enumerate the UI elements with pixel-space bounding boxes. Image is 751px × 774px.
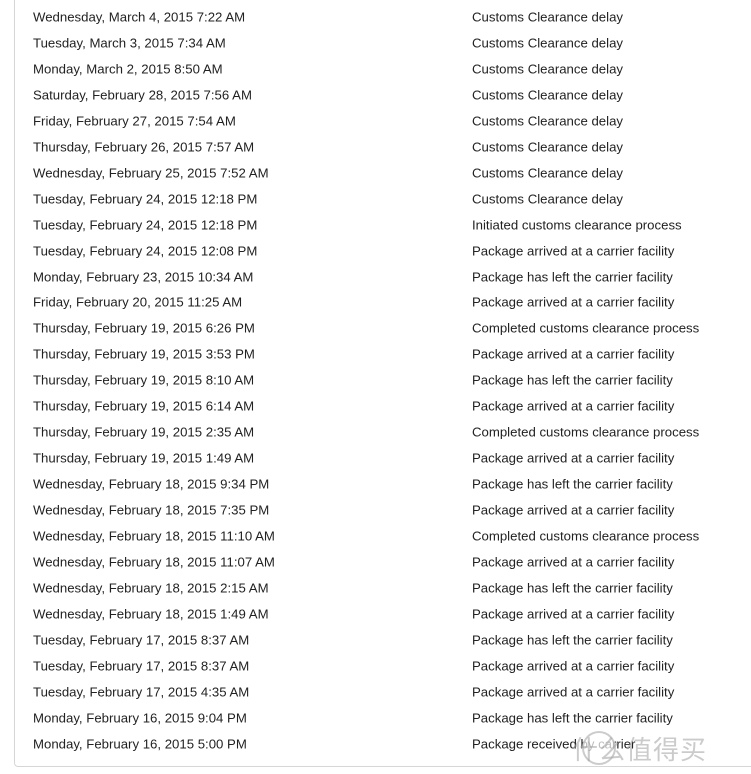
tracking-event-row: Wednesday, February 18, 2015 1:49 AM Pack…	[0, 601, 751, 627]
event-date: Tuesday, February 24, 2015 12:18 PM	[33, 217, 258, 233]
tracking-event-row: Wednesday, February 18, 2015 11:07 AM Pac…	[0, 549, 751, 575]
event-activity: Package arrived at a carrier facility	[472, 294, 675, 310]
event-activity: Package has left the carrier facility	[472, 269, 673, 284]
event-date: Friday, February 27, 2015 7:54 AM	[33, 113, 236, 129]
tracking-event-row: Wednesday, February 18, 2015 2:15 AM Pack…	[0, 575, 751, 601]
event-date: Thursday, February 19, 2015 1:49 AM	[33, 450, 255, 466]
event-date: Wednesday, February 18, 2015 9:34 PM	[33, 476, 270, 492]
tracking-event-row: Thursday, February 19, 2015 1:49 AM Packa…	[0, 445, 751, 471]
tracking-event-row: Monday, February 16, 2015 9:04 PM Package…	[0, 705, 751, 731]
event-date: Wednesday, February 18, 2015 11:10 AM	[33, 528, 275, 544]
event-date: Wednesday, March 4, 2015 7:22 AM	[33, 9, 246, 25]
event-date: Wednesday, February 18, 2015 1:49 AM	[33, 606, 269, 622]
tracking-event-row: Wednesday, March 4, 2015 7:22 AM Customs …	[0, 4, 751, 30]
event-activity: Customs Clearance delay	[472, 61, 623, 77]
tracking-event-row: Wednesday, February 18, 2015 7:35 PM Pack…	[0, 497, 751, 523]
event-date: Tuesday, February 17, 2015 8:37 AM	[33, 658, 250, 674]
event-activity: Customs Clearance delay	[472, 165, 623, 181]
event-activity: Customs Clearance delay	[472, 139, 623, 155]
event-date: Thursday, February 19, 2015 3:53 PM	[33, 346, 255, 362]
event-activity: Completed customs clearance process	[472, 528, 700, 544]
event-activity: Package has left the carrier facility	[472, 372, 673, 388]
event-activity: Package has left the carrier facility	[472, 580, 673, 596]
tracking-event-row: Tuesday, February 24, 2015 12:18 PM Custo…	[0, 186, 751, 212]
tracking-event-row: Tuesday, February 17, 2015 8:37 AM Packag…	[0, 627, 751, 653]
tracking-event-row: Wednesday, February 18, 2015 9:34 PM Pack…	[0, 471, 751, 497]
event-activity: Customs Clearance delay	[472, 87, 623, 103]
tracking-event-row: Monday, March 2, 2015 8:50 AM Customs Cle…	[0, 56, 751, 82]
tracking-event-row: Thursday, February 19, 2015 6:26 PM Compl…	[0, 315, 751, 341]
event-date: Thursday, February 19, 2015 2:35 AM	[33, 424, 255, 440]
event-activity: Package arrived at a carrier facility	[472, 398, 675, 414]
tracking-event-row: Tuesday, March 3, 2015 7:34 AM Customs Cl…	[0, 30, 751, 56]
tracking-event-row: Tuesday, February 17, 2015 8:37 AM Packag…	[0, 653, 751, 679]
event-activity: Package has left the carrier facility	[472, 476, 673, 492]
event-activity: Package arrived at a carrier facility	[472, 346, 675, 362]
event-date: Monday, March 2, 2015 8:50 AM	[33, 61, 223, 77]
event-date: Wednesday, February 18, 2015 2:15 AM	[33, 580, 269, 596]
event-date: Tuesday, February 17, 2015 8:37 AM	[33, 632, 250, 648]
event-activity: Package arrived at a carrier facility	[472, 684, 675, 700]
event-activity: Package arrived at a carrier facility	[472, 606, 675, 622]
event-date: Tuesday, March 3, 2015 7:34 AM	[33, 35, 226, 51]
event-activity: Completed customs clearance process	[472, 424, 700, 440]
event-date: Wednesday, February 18, 2015 7:35 PM	[33, 502, 270, 518]
event-date: Thursday, February 19, 2015 6:14 AM	[33, 398, 255, 414]
tracking-event-row: Tuesday, February 24, 2015 12:18 PM Initi…	[0, 212, 751, 238]
tracking-event-row: Friday, February 27, 2015 7:54 AM Customs…	[0, 108, 751, 134]
event-activity: Customs Clearance delay	[472, 191, 623, 207]
tracking-events-list: Wednesday, March 4, 2015 7:22 AM Customs …	[0, 4, 751, 757]
event-activity: Package has left the carrier facility	[472, 710, 673, 726]
event-date: Tuesday, February 24, 2015 12:08 PM	[33, 243, 258, 259]
event-date: Thursday, February 19, 2015 6:26 PM	[33, 320, 255, 336]
event-date: Monday, February 16, 2015 9:04 PM	[33, 710, 247, 726]
event-date: Thursday, February 19, 2015 8:10 AM	[33, 372, 255, 388]
event-date: Wednesday, February 18, 2015 11:07 AM	[33, 554, 275, 570]
event-activity: Package arrived at a carrier facility	[472, 554, 675, 570]
event-activity: Completed customs clearance process	[472, 320, 700, 336]
tracking-event-row: Saturday, February 28, 2015 7:56 AM Custo…	[0, 82, 751, 108]
event-activity: Initiated customs clearance process	[472, 217, 682, 233]
event-activity: Customs Clearance delay	[472, 9, 623, 25]
tracking-event-row: Tuesday, February 24, 2015 12:08 PM Packa…	[0, 238, 751, 264]
event-activity: Package arrived at a carrier facility	[472, 243, 675, 259]
tracking-event-row: Thursday, February 19, 2015 2:35 AM Compl…	[0, 419, 751, 445]
tracking-event-row: Thursday, February 26, 2015 7:57 AM Custo…	[0, 134, 751, 160]
tracking-event-row: Monday, February 23, 2015 10:34 AM Packag…	[0, 264, 751, 290]
event-date: Tuesday, February 17, 2015 4:35 AM	[33, 684, 250, 700]
event-date: Monday, February 16, 2015 5:00 PM	[33, 736, 247, 752]
event-activity: Customs Clearance delay	[472, 113, 623, 129]
tracking-event-row: Tuesday, February 17, 2015 4:35 AM Packag…	[0, 679, 751, 705]
event-date: Tuesday, February 24, 2015 12:18 PM	[33, 191, 258, 207]
tracking-event-row: Thursday, February 19, 2015 3:53 PM Packa…	[0, 341, 751, 367]
tracking-event-row: Wednesday, February 25, 2015 7:52 AM Cust…	[0, 160, 751, 186]
tracking-event-row: Friday, February 20, 2015 11:25 AM Packag…	[0, 289, 751, 315]
tracking-event-row: Thursday, February 19, 2015 8:10 AM Packa…	[0, 367, 751, 393]
event-activity: Package arrived at a carrier facility	[472, 658, 675, 674]
event-date: Monday, February 23, 2015 10:34 AM	[33, 269, 254, 284]
event-activity: Package arrived at a carrier facility	[472, 450, 675, 466]
event-activity: Package has left the carrier facility	[472, 632, 673, 648]
event-date: Wednesday, February 25, 2015 7:52 AM	[33, 165, 269, 181]
event-date: Friday, February 20, 2015 11:25 AM	[33, 294, 243, 310]
event-activity: Customs Clearance delay	[472, 35, 623, 51]
tracking-event-row: Wednesday, February 18, 2015 11:10 AM Com…	[0, 523, 751, 549]
event-date: Saturday, February 28, 2015 7:56 AM	[33, 87, 252, 103]
event-activity: Package arrived at a carrier facility	[472, 502, 675, 518]
event-date: Thursday, February 26, 2015 7:57 AM	[33, 139, 255, 155]
watermark: 什么值得买	[572, 736, 708, 766]
tracking-event-row: Thursday, February 19, 2015 6:14 AM Packa…	[0, 393, 751, 419]
